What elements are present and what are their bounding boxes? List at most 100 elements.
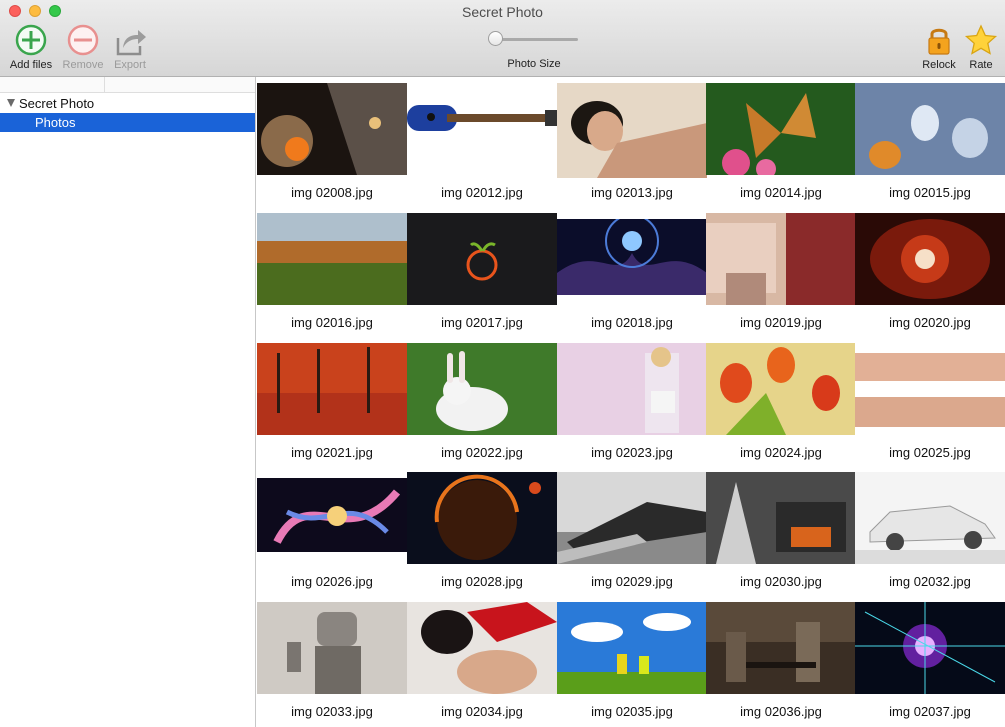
relock-button[interactable]: Relock: [918, 24, 960, 71]
tulips-image: [706, 343, 856, 435]
sidebar-item-photos[interactable]: Photos: [0, 113, 255, 132]
photo-size-label: Photo Size: [507, 58, 561, 70]
photo-cell[interactable]: img 02026.jpg: [257, 467, 407, 597]
slider-track: [494, 38, 578, 41]
butterfly-image: [706, 83, 856, 175]
photo-cell[interactable]: img 02037.jpg: [855, 597, 1005, 727]
white-car-image: [855, 472, 1005, 564]
photo-thumbnail[interactable]: [706, 83, 856, 175]
photo-thumbnail[interactable]: [407, 343, 557, 435]
photo-cell[interactable]: img 02028.jpg: [407, 467, 557, 597]
slider-knob[interactable]: [488, 31, 503, 46]
photo-cell[interactable]: img 02036.jpg: [706, 597, 856, 727]
export-label: Export: [114, 59, 146, 71]
toolbar: Secret Photo Add files Remove Export Pho…: [0, 0, 1005, 77]
photo-size-slider[interactable]: [486, 30, 582, 50]
photo-thumbnail[interactable]: [855, 343, 1005, 435]
photo-cell[interactable]: img 02019.jpg: [706, 208, 856, 338]
photo-thumbnail[interactable]: [407, 472, 557, 564]
lock-icon: [921, 24, 957, 58]
photo-grid[interactable]: img 02008.jpg img 02012.jpg img 02013.jpg i…: [257, 78, 1005, 727]
photo-cell[interactable]: img 02017.jpg: [407, 208, 557, 338]
autumn-trees-image: [257, 343, 407, 435]
photo-thumbnail[interactable]: [557, 472, 707, 564]
photo-cell[interactable]: img 02023.jpg: [557, 338, 707, 468]
rabbit-image: [407, 343, 557, 435]
photo-cell[interactable]: img 02034.jpg: [407, 597, 557, 727]
photo-cell[interactable]: img 02021.jpg: [257, 338, 407, 468]
orange-logo-image: [407, 213, 557, 305]
photo-filename: img 02025.jpg: [889, 445, 971, 460]
bw-legs-image: [557, 472, 707, 564]
disclosure-triangle-icon[interactable]: [7, 99, 15, 107]
photo-cell[interactable]: img 02015.jpg: [855, 78, 1005, 208]
photo-filename: img 02030.jpg: [740, 574, 822, 589]
model-lilac-image: [557, 343, 707, 435]
photo-cell[interactable]: img 02033.jpg: [257, 597, 407, 727]
photo-filename: img 02016.jpg: [291, 315, 373, 330]
export-icon: [112, 24, 148, 58]
app-window: Secret Photo Add files Remove Export Pho…: [0, 0, 1005, 727]
photo-thumbnail[interactable]: [257, 213, 407, 305]
photo-thumbnail[interactable]: [557, 602, 707, 694]
photo-thumbnail[interactable]: [855, 602, 1005, 694]
photo-filename: img 02037.jpg: [889, 704, 971, 719]
photo-thumbnail[interactable]: [706, 213, 856, 305]
guitar-image: [407, 83, 557, 145]
photo-cell[interactable]: img 02012.jpg: [407, 78, 557, 208]
window-title: Secret Photo: [462, 4, 543, 20]
sidebar-item-label: Photos: [35, 115, 76, 130]
photo-thumbnail[interactable]: [706, 343, 856, 435]
photo-thumbnail[interactable]: [557, 343, 707, 435]
rate-button[interactable]: Rate: [962, 24, 1000, 71]
photo-thumbnail[interactable]: [257, 602, 407, 694]
photo-thumbnail[interactable]: [855, 83, 1005, 175]
photo-thumbnail[interactable]: [855, 213, 1005, 305]
photo-thumbnail[interactable]: [257, 343, 407, 435]
photo-cell[interactable]: img 02029.jpg: [557, 467, 707, 597]
remove-button[interactable]: Remove: [60, 24, 106, 71]
add-icon: [13, 24, 49, 58]
photo-thumbnail[interactable]: [855, 472, 1005, 564]
robot-image: [257, 602, 407, 694]
photo-thumbnail[interactable]: [407, 602, 557, 694]
photo-thumbnail[interactable]: [407, 83, 557, 145]
photo-cell[interactable]: img 02014.jpg: [706, 78, 856, 208]
photo-thumbnail[interactable]: [706, 602, 856, 694]
photo-cell[interactable]: img 02020.jpg: [855, 208, 1005, 338]
fish-image: [855, 83, 1005, 175]
photo-filename: img 02014.jpg: [740, 185, 822, 200]
photo-cell[interactable]: img 02032.jpg: [855, 467, 1005, 597]
column-divider[interactable]: [104, 77, 105, 92]
photo-filename: img 02036.jpg: [740, 704, 822, 719]
sidebar-item-label: Secret Photo: [19, 96, 95, 111]
photo-thumbnail[interactable]: [407, 213, 557, 305]
photo-thumbnail[interactable]: [257, 83, 407, 175]
photo-cell[interactable]: img 02025.jpg: [855, 338, 1005, 468]
star-icon: [963, 24, 999, 58]
sidebar-header: [0, 77, 255, 93]
fireplace-image: [706, 472, 856, 564]
photo-cell[interactable]: img 02018.jpg: [557, 208, 707, 338]
photo-thumbnail[interactable]: [557, 83, 707, 178]
photo-cell[interactable]: img 02035.jpg: [557, 597, 707, 727]
photo-filename: img 02019.jpg: [740, 315, 822, 330]
dark-planet-image: [407, 472, 557, 564]
photo-thumbnail[interactable]: [557, 219, 707, 295]
photo-cell[interactable]: img 02013.jpg: [557, 78, 707, 208]
add-files-button[interactable]: Add files: [7, 24, 55, 71]
photo-cell[interactable]: img 02022.jpg: [407, 338, 557, 468]
fractal-image: [557, 219, 707, 295]
photo-cell[interactable]: img 02008.jpg: [257, 78, 407, 208]
photo-cell[interactable]: img 02030.jpg: [706, 467, 856, 597]
photo-thumbnail[interactable]: [706, 472, 856, 564]
photo-cell[interactable]: img 02024.jpg: [706, 338, 856, 468]
photo-filename: img 02028.jpg: [441, 574, 523, 589]
rate-label: Rate: [969, 59, 993, 71]
sidebar-item-secret-photo[interactable]: Secret Photo: [0, 94, 255, 113]
photo-cell[interactable]: img 02016.jpg: [257, 208, 407, 338]
add-files-label: Add files: [9, 59, 53, 71]
photo-thumbnail[interactable]: [257, 478, 407, 552]
space-planet-image: [257, 83, 407, 175]
export-button[interactable]: Export: [110, 24, 150, 71]
